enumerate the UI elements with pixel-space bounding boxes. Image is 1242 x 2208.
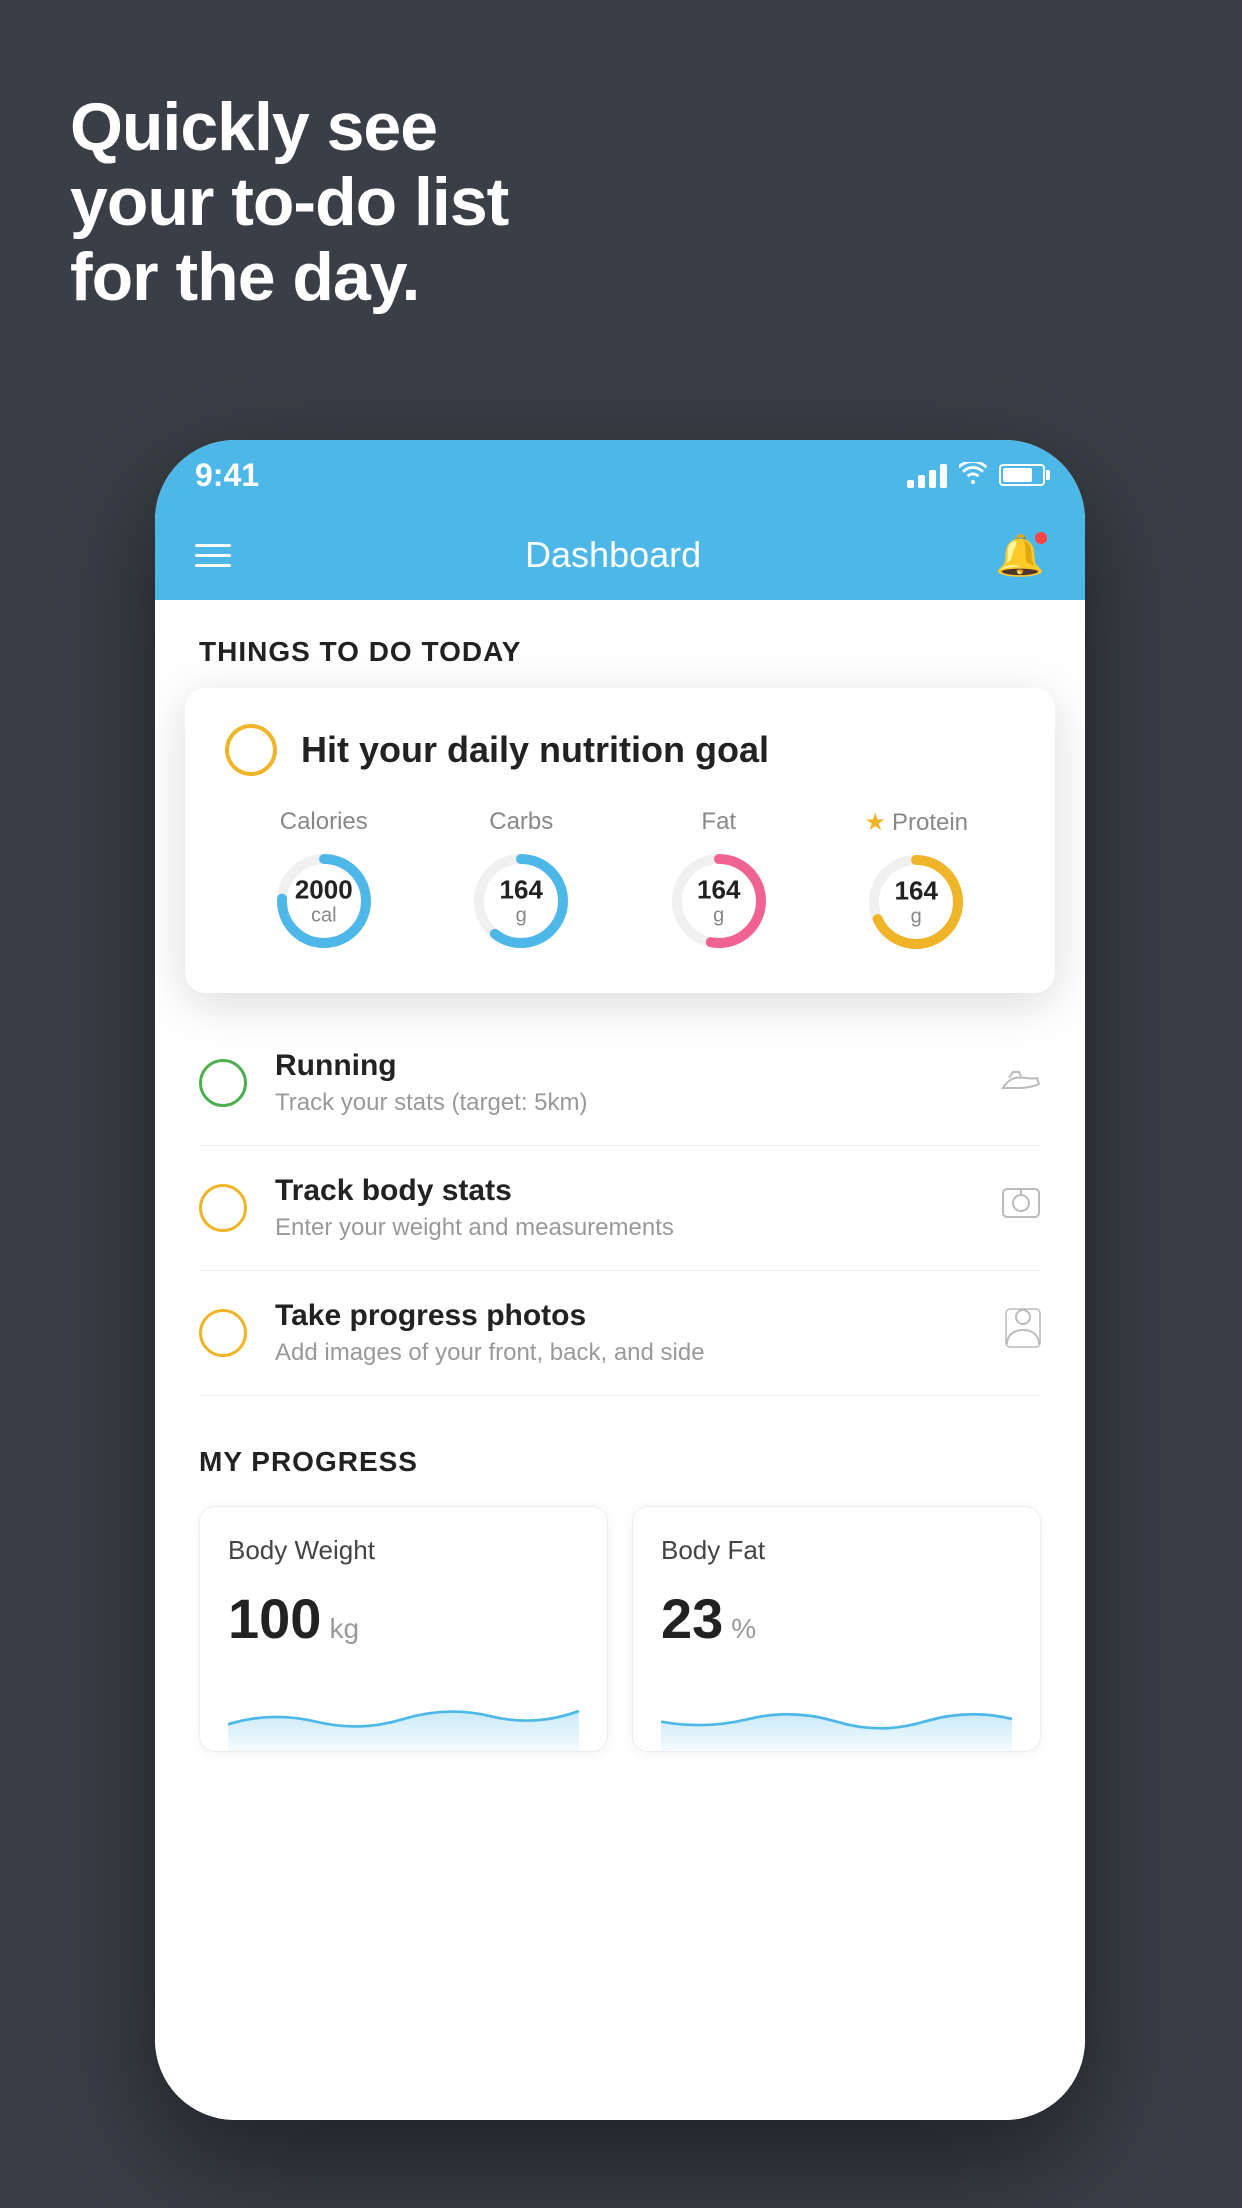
scale-icon	[1001, 1185, 1041, 1231]
hero-line1: Quickly see	[70, 90, 508, 165]
todo-text-running: Running Track your stats (target: 5km)	[275, 1049, 973, 1117]
nutrition-check-circle	[225, 724, 277, 776]
body-weight-chart	[228, 1671, 579, 1751]
body-weight-value: 100	[228, 1586, 321, 1651]
body-weight-value-row: 100 kg	[228, 1586, 579, 1651]
hero-text: Quickly see your to-do list for the day.	[70, 90, 508, 314]
notification-badge	[1033, 530, 1049, 546]
todo-list: Running Track your stats (target: 5km) T…	[155, 1021, 1085, 1396]
carbs-stat: Carbs 164 g	[466, 808, 576, 956]
todo-subtitle-bodystats: Enter your weight and measurements	[275, 1214, 973, 1242]
todo-subtitle-photos: Add images of your front, back, and side	[275, 1339, 977, 1367]
body-weight-title: Body Weight	[228, 1535, 579, 1566]
my-progress-header: MY PROGRESS	[199, 1446, 1041, 1478]
todo-text-bodystats: Track body stats Enter your weight and m…	[275, 1174, 973, 1242]
todo-circle-running	[199, 1059, 247, 1107]
my-progress-section: MY PROGRESS Body Weight 100 kg	[155, 1396, 1085, 1752]
body-fat-value-row: 23 %	[661, 1586, 1012, 1651]
todo-text-photos: Take progress photos Add images of your …	[275, 1299, 977, 1367]
nutrition-card[interactable]: Hit your daily nutrition goal Calories 2…	[185, 688, 1055, 993]
todo-circle-photos	[199, 1309, 247, 1357]
body-fat-title: Body Fat	[661, 1535, 1012, 1566]
fat-stat: Fat 164 g	[664, 808, 774, 956]
status-bar: 9:41	[155, 440, 1085, 510]
phone-mockup: 9:41 Dashboard 🔔	[155, 440, 1085, 2120]
todo-subtitle-running: Track your stats (target: 5km)	[275, 1089, 973, 1117]
nav-bar: Dashboard 🔔	[155, 510, 1085, 600]
todo-item-photos[interactable]: Take progress photos Add images of your …	[199, 1271, 1041, 1396]
todo-circle-bodystats	[199, 1184, 247, 1232]
battery-icon	[999, 464, 1045, 486]
nutrition-card-header: Hit your daily nutrition goal	[225, 724, 1015, 776]
star-icon: ★	[864, 808, 886, 837]
hero-line3: for the day.	[70, 240, 508, 315]
todo-item-running[interactable]: Running Track your stats (target: 5km)	[199, 1021, 1041, 1146]
body-weight-card[interactable]: Body Weight 100 kg	[199, 1506, 608, 1752]
calories-label: Calories	[280, 808, 368, 836]
status-icons	[907, 460, 1045, 491]
todo-title-photos: Take progress photos	[275, 1299, 977, 1333]
protein-stat: ★ Protein 164 g	[861, 808, 971, 957]
person-icon	[1005, 1308, 1041, 1358]
todo-title-running: Running	[275, 1049, 973, 1083]
nutrition-stats: Calories 2000 cal Carbs	[225, 808, 1015, 957]
progress-cards: Body Weight 100 kg	[199, 1506, 1041, 1752]
body-fat-card[interactable]: Body Fat 23 %	[632, 1506, 1041, 1752]
nutrition-card-title: Hit your daily nutrition goal	[301, 729, 769, 771]
calories-ring: 2000 cal	[269, 846, 379, 956]
fat-ring: 164 g	[664, 846, 774, 956]
nav-title: Dashboard	[525, 534, 701, 576]
calories-stat: Calories 2000 cal	[269, 808, 379, 956]
signal-icon	[907, 462, 947, 488]
todo-item-bodystats[interactable]: Track body stats Enter your weight and m…	[199, 1146, 1041, 1271]
protein-label: ★ Protein	[864, 808, 968, 837]
status-time: 9:41	[195, 457, 259, 494]
body-fat-chart	[661, 1671, 1012, 1751]
hamburger-menu[interactable]	[195, 544, 231, 567]
carbs-label: Carbs	[489, 808, 553, 836]
body-fat-unit: %	[731, 1613, 756, 1645]
todo-title-bodystats: Track body stats	[275, 1174, 973, 1208]
main-content: THINGS TO DO TODAY Hit your daily nutrit…	[155, 600, 1085, 2120]
things-to-do-header: THINGS TO DO TODAY	[155, 600, 1085, 688]
wifi-icon	[959, 460, 987, 491]
shoe-icon	[1001, 1061, 1041, 1106]
notifications-button[interactable]: 🔔	[995, 532, 1045, 579]
hero-line2: your to-do list	[70, 165, 508, 240]
protein-ring: 164 g	[861, 847, 971, 957]
body-weight-unit: kg	[329, 1613, 359, 1645]
body-fat-value: 23	[661, 1586, 723, 1651]
fat-label: Fat	[701, 808, 736, 836]
carbs-ring: 164 g	[466, 846, 576, 956]
